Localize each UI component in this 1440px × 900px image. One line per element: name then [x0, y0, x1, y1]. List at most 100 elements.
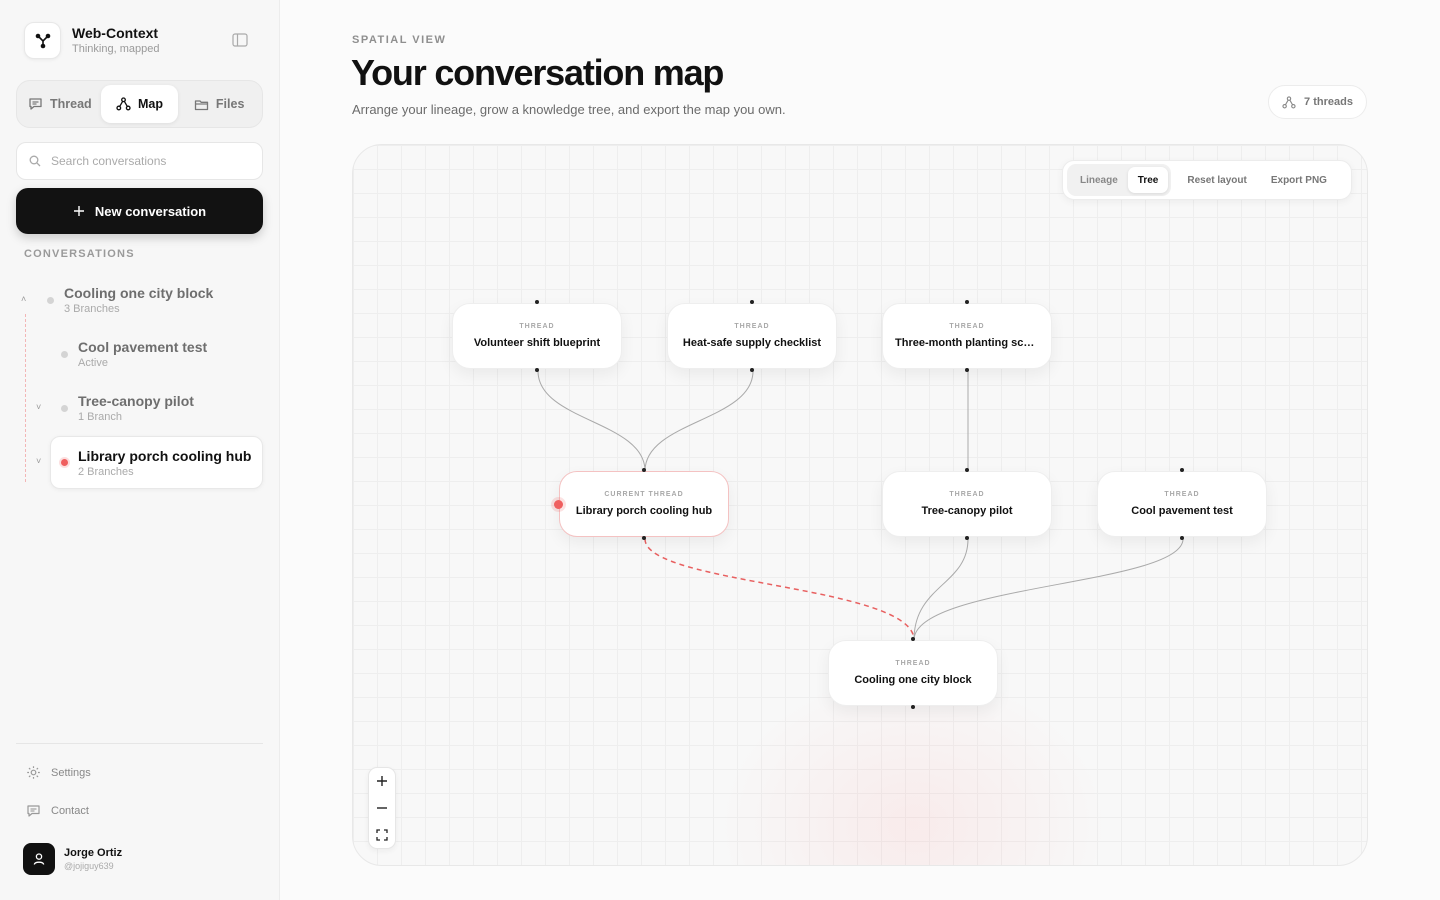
conversation-title: Tree-canopy pilot: [78, 393, 194, 409]
plus-icon: [73, 206, 84, 216]
tab-thread-label: Thread: [49, 97, 92, 111]
contact-link[interactable]: Contact: [26, 804, 89, 818]
node-title: Library porch cooling hub: [575, 505, 713, 517]
node-handle[interactable]: [750, 300, 754, 304]
sidebar-toggle-icon[interactable]: [232, 33, 250, 49]
node-handle[interactable]: [965, 368, 969, 372]
node-handle[interactable]: [965, 300, 969, 304]
node-handle[interactable]: [642, 536, 646, 540]
conversation-title: Library porch cooling hub: [78, 448, 252, 464]
tab-thread[interactable]: Thread: [21, 85, 99, 123]
brand-tagline: Thinking, mapped: [72, 43, 160, 55]
node-title: Cooling one city block: [854, 674, 972, 686]
node-handle[interactable]: [911, 705, 915, 709]
node-label: THREAD: [734, 323, 770, 330]
edge: [644, 370, 754, 472]
node-label: THREAD: [949, 491, 985, 498]
thread-node[interactable]: THREAD Tree-canopy pilot: [882, 471, 1052, 537]
node-label: CURRENT THREAD: [604, 491, 684, 498]
conversation-subtitle: 3 Branches: [64, 303, 120, 315]
node-handle[interactable]: [535, 300, 539, 304]
conversation-item[interactable]: Cool pavement test Active: [78, 339, 207, 370]
mode-lineage-button[interactable]: Lineage: [1070, 167, 1128, 193]
thread-count-label: 7 threads: [1304, 96, 1353, 108]
zoom-out-icon[interactable]: [368, 795, 396, 821]
node-handle[interactable]: [911, 637, 915, 641]
mode-tree-button[interactable]: Tree: [1127, 167, 1169, 193]
chevron-up-icon[interactable]: ˄: [21, 294, 26, 304]
node-title: Cool pavement test: [1131, 505, 1233, 517]
status-dot: [47, 297, 54, 304]
new-conversation-button[interactable]: New conversation: [16, 188, 263, 234]
node-title: Three-month planting schedule: [895, 337, 1039, 349]
zoom-controls: [368, 767, 396, 849]
user-name: Jorge Ortiz: [64, 847, 123, 859]
chat-icon: [29, 98, 42, 110]
conversations-heading: CONVERSATIONS: [24, 248, 135, 260]
page-eyebrow: SPATIAL VIEW: [352, 34, 447, 46]
conversation-title: Cooling one city block: [64, 285, 214, 301]
zoom-in-icon[interactable]: [368, 768, 396, 794]
graph-icon: [1282, 95, 1296, 108]
tab-map[interactable]: Map: [100, 85, 179, 123]
settings-link[interactable]: Settings: [26, 765, 91, 780]
graph-icon: [116, 97, 131, 111]
node-label: THREAD: [949, 323, 985, 330]
active-status-dot: [61, 459, 68, 466]
chevron-down-icon[interactable]: ˅: [36, 456, 41, 466]
thread-node[interactable]: THREAD Volunteer shift blueprint: [452, 303, 622, 369]
fit-view-icon[interactable]: [368, 822, 396, 848]
thread-node[interactable]: THREAD Three-month planting schedule: [882, 303, 1052, 369]
node-handle[interactable]: [1180, 536, 1184, 540]
node-title: Heat-safe supply checklist: [682, 337, 822, 349]
conversation-item[interactable]: Tree-canopy pilot 1 Branch: [78, 393, 194, 424]
tree-connector: [25, 314, 26, 482]
status-dot: [61, 351, 68, 358]
node-label: THREAD: [519, 323, 555, 330]
view-mode-toggle: Lineage Tree: [1067, 164, 1172, 196]
tab-map-label: Map: [138, 97, 163, 111]
contact-label: Contact: [51, 805, 89, 817]
current-thread-node[interactable]: CURRENT THREAD Library porch cooling hub: [559, 471, 729, 537]
conversation-item-active[interactable]: Library porch cooling hub 2 Branches: [50, 436, 263, 489]
sidebar: Web-Context Thinking, mapped Thread Map …: [0, 0, 280, 900]
search-input[interactable]: [51, 154, 251, 168]
thread-node[interactable]: THREAD Cool pavement test: [1097, 471, 1267, 537]
node-handle[interactable]: [642, 468, 646, 472]
node-handle[interactable]: [1180, 468, 1184, 472]
node-title: Volunteer shift blueprint: [473, 337, 601, 349]
sidebar-divider: [16, 743, 263, 744]
thread-node[interactable]: THREAD Cooling one city block: [828, 640, 998, 706]
gear-icon: [27, 766, 40, 779]
node-handle[interactable]: [750, 368, 754, 372]
node-title: Tree-canopy pilot: [921, 505, 1013, 517]
tab-files-label: Files: [215, 97, 245, 111]
conversation-subtitle: Active: [78, 357, 108, 369]
conversation-item[interactable]: Cooling one city block 3 Branches: [64, 285, 213, 316]
edge-current: [644, 538, 915, 641]
search-box[interactable]: [16, 142, 263, 180]
chevron-down-icon[interactable]: ˅: [36, 402, 41, 412]
thread-count-badge: 7 threads: [1268, 85, 1367, 119]
current-marker: [554, 500, 563, 509]
user-profile[interactable]: Jorge Ortiz @jojiguy639: [23, 843, 122, 875]
export-png-button[interactable]: Export PNG: [1271, 175, 1327, 186]
chat-icon: [27, 805, 40, 817]
edge: [537, 370, 646, 472]
user-icon: [33, 853, 45, 865]
conversation-subtitle: 1 Branch: [78, 411, 123, 423]
node-handle[interactable]: [535, 368, 539, 372]
node-handle[interactable]: [965, 468, 969, 472]
node-label: THREAD: [1164, 491, 1200, 498]
page-title: Your conversation map: [351, 52, 724, 93]
thread-node[interactable]: THREAD Heat-safe supply checklist: [667, 303, 837, 369]
node-handle[interactable]: [965, 536, 969, 540]
conversation-title: Cool pavement test: [78, 339, 208, 355]
brand[interactable]: Web-Context Thinking, mapped: [24, 22, 159, 59]
reset-layout-button[interactable]: Reset layout: [1187, 175, 1246, 186]
edge: [913, 538, 1184, 641]
conversation-subtitle: 2 Branches: [78, 466, 134, 478]
new-conversation-label: New conversation: [94, 203, 207, 219]
avatar: [23, 843, 55, 875]
tab-files[interactable]: Files: [180, 85, 258, 123]
